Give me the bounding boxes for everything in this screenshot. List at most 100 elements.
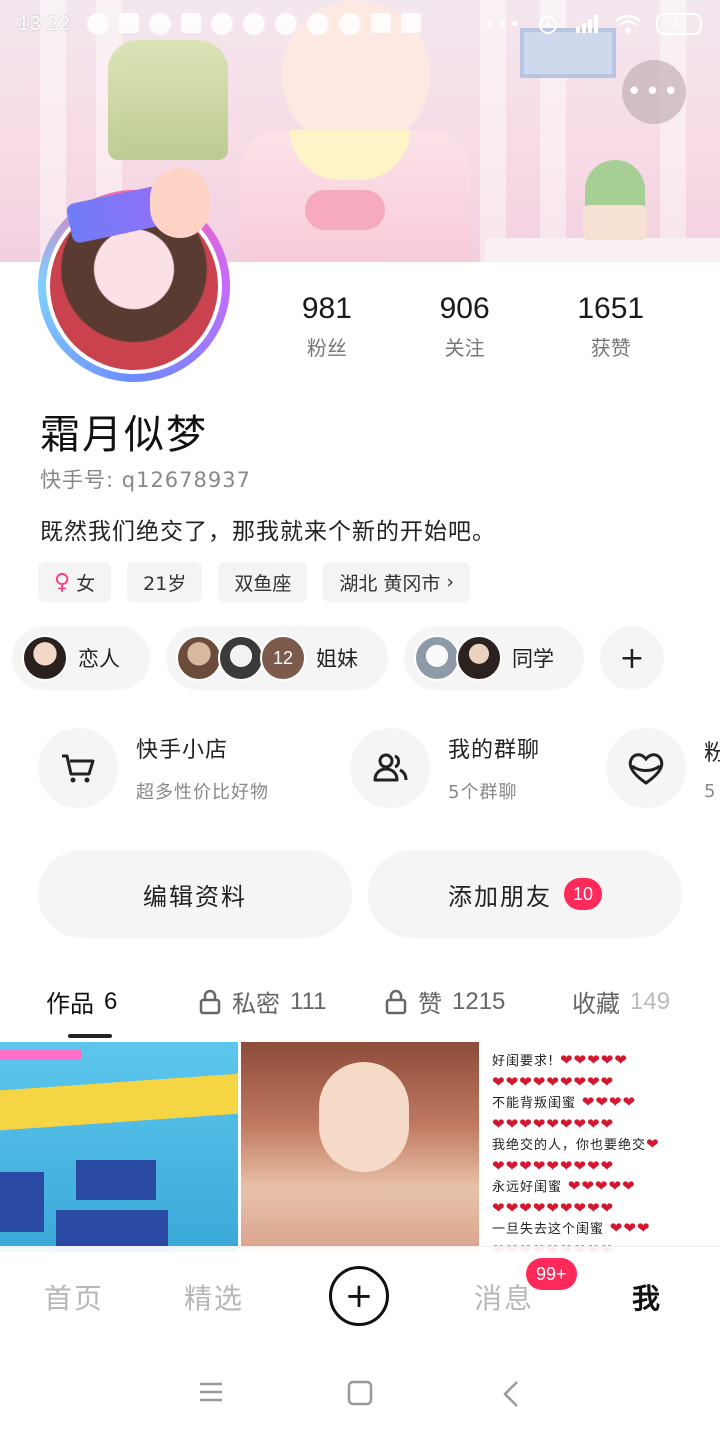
tab-private[interactable]: 私密 111: [198, 984, 326, 1019]
status-time: 13:22: [18, 12, 71, 35]
edit-profile-button[interactable]: 编辑资料: [38, 850, 352, 938]
music-notification-icon: [274, 13, 297, 35]
app-notification-icon: [210, 13, 233, 35]
following-label: 关注: [444, 336, 485, 360]
relation-lover[interactable]: 恋人: [12, 626, 150, 690]
followers-stat[interactable]: 981 粉丝: [302, 292, 352, 361]
nav-featured[interactable]: 精选: [184, 1277, 244, 1317]
location-label: 湖北 黄冈市: [339, 572, 441, 595]
app-notification-icon: [370, 13, 391, 33]
works-grid: 好闺要求! ❤❤❤❤❤ ❤❤❤❤❤❤❤❤❤ 不能背叛闺蜜 ❤❤❤❤ ❤❤❤❤❤❤…: [0, 1042, 720, 1252]
tab-works[interactable]: 作品 6: [46, 984, 117, 1019]
create-post-button[interactable]: +: [329, 1266, 389, 1326]
feature-shop-title: 快手小店: [136, 738, 229, 763]
location-tag[interactable]: 湖北 黄冈市 ›: [323, 562, 470, 602]
add-friend-button[interactable]: 添加朋友 10: [368, 850, 682, 938]
likes-count: 1651: [577, 292, 645, 325]
add-friend-label: 添加朋友: [447, 882, 552, 911]
back-icon[interactable]: [502, 1380, 520, 1408]
avatar-frame-hand-decoration: [150, 168, 210, 238]
relation-classmates[interactable]: 同学: [404, 626, 584, 690]
nav-me[interactable]: 我: [632, 1277, 662, 1317]
tab-likes-count: 1215: [452, 987, 506, 1015]
tab-likes[interactable]: 赞 1215: [384, 984, 505, 1019]
app-notification-icon: [242, 13, 265, 35]
messages-badge: 99+: [526, 1258, 577, 1290]
feature-group-title: 我的群聊: [448, 738, 541, 763]
check-notification-icon: [148, 13, 171, 35]
home-square-icon[interactable]: [347, 1380, 373, 1406]
gender-tag: ♀ 女: [38, 562, 112, 602]
feature-shop[interactable]: 快手小店 超多性价比好物: [38, 728, 269, 808]
app-notification-icon: [400, 13, 421, 33]
avatar: [218, 635, 264, 681]
chevron-right-icon: ›: [446, 571, 454, 593]
group-icon: [350, 728, 430, 808]
avatar: [414, 635, 460, 681]
likes-stat[interactable]: 1651 获赞: [577, 292, 644, 361]
game-tile: [0, 1073, 238, 1131]
app-notification-icon: [118, 13, 139, 33]
tab-works-label: 作品: [46, 990, 94, 1018]
alarm-icon: [539, 16, 557, 34]
game-tile: [76, 1160, 156, 1200]
more-options-button[interactable]: •••: [622, 60, 686, 124]
feature-fans[interactable]: 粉 5: [606, 728, 720, 808]
work-thumbnail[interactable]: [0, 1042, 238, 1252]
status-bar: 13:22 ••• 43: [0, 0, 720, 48]
feature-fans-subtitle: 5: [704, 780, 717, 802]
status-right: ••• 43: [484, 12, 702, 36]
following-stat[interactable]: 906 关注: [440, 292, 490, 361]
zodiac-tag: 双鱼座: [218, 562, 308, 602]
age-label: 21岁: [143, 572, 187, 595]
profile-stats: 981 粉丝 906 关注 1651 获赞: [258, 292, 688, 361]
tab-favorites-label: 收藏: [572, 990, 620, 1018]
work-thumbnail[interactable]: [241, 1042, 479, 1252]
progress-strip: [0, 1050, 82, 1060]
gender-label: 女: [76, 572, 96, 595]
text-line: 不能背叛闺蜜: [492, 1096, 577, 1111]
followers-label: 粉丝: [306, 336, 347, 360]
signal-icon: [576, 15, 598, 33]
avatar: [176, 635, 222, 681]
wifi-icon: [615, 14, 641, 33]
relation-classmates-label: 同学: [512, 647, 554, 671]
tab-favorites[interactable]: 收藏 149: [572, 984, 670, 1019]
nav-home[interactable]: 首页: [44, 1277, 104, 1317]
cover-plant-pot: [583, 205, 647, 240]
edit-profile-label: 编辑资料: [143, 882, 247, 911]
relation-sisters[interactable]: 12 姐妹: [166, 626, 388, 690]
feature-group-chats[interactable]: 我的群聊 5个群聊: [350, 728, 540, 808]
profile-bio: 既然我们绝交了，那我就来个新的开始吧。: [40, 519, 496, 545]
cart-icon: [38, 728, 118, 808]
sisters-count: 12: [260, 635, 306, 681]
menu-icon[interactable]: [198, 1380, 224, 1404]
more-notifications-icon: •••: [484, 13, 522, 35]
feature-fans-title: 粉: [704, 740, 720, 766]
work-thumbnail[interactable]: 好闺要求! ❤❤❤❤❤ ❤❤❤❤❤❤❤❤❤ 不能背叛闺蜜 ❤❤❤❤ ❤❤❤❤❤❤…: [482, 1042, 720, 1252]
relation-lover-label: 恋人: [78, 647, 120, 671]
tab-works-count: 6: [104, 987, 118, 1015]
avatar: [22, 635, 68, 681]
text-line: 我绝交的人，你也要绝交: [492, 1138, 647, 1153]
add-relation-button[interactable]: +: [600, 626, 664, 690]
relationship-chips: 恋人 12 姐妹 同学 +: [12, 626, 664, 690]
app-notification-icon: [338, 13, 361, 35]
app-notification-icon: [86, 13, 109, 35]
kuaishou-id[interactable]: 快手号: q12678937: [40, 464, 251, 494]
following-count: 906: [439, 292, 490, 325]
nav-messages[interactable]: 消息: [474, 1277, 534, 1317]
text-line: 好闺要求!: [492, 1054, 555, 1069]
tab-favorites-count: 149: [630, 987, 671, 1015]
avatar: [456, 635, 502, 681]
text-line: 一旦失去这个闺蜜: [492, 1222, 605, 1237]
battery-indicator: 43: [656, 13, 702, 35]
feature-shop-subtitle: 超多性价比好物: [136, 782, 269, 803]
cover-lamp: [108, 40, 228, 160]
lock-icon: [385, 989, 407, 1014]
content-tabs: 作品 6 私密 111 赞 1215 收藏 149: [0, 984, 720, 1034]
likes-label: 获赞: [590, 336, 631, 360]
tab-likes-label: 赞: [418, 990, 442, 1018]
feature-group-subtitle: 5个群聊: [448, 782, 518, 803]
cover-character-bow: [305, 190, 385, 230]
